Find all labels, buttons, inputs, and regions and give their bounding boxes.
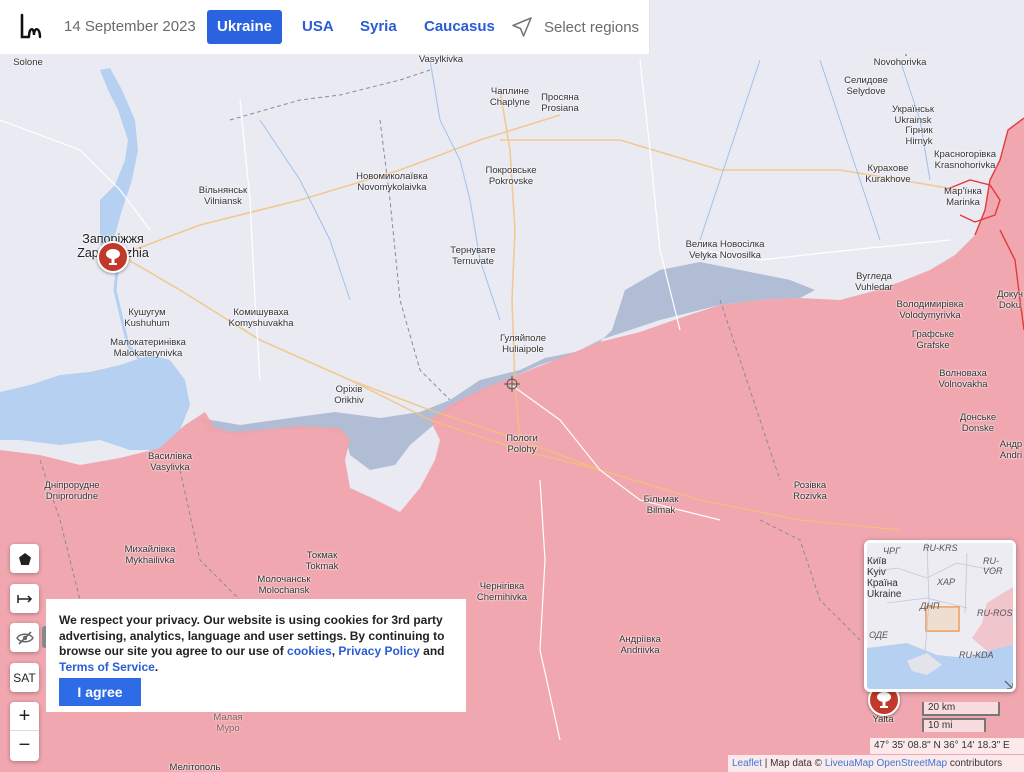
place-label: Володимирівка Volodymyrivka — [896, 299, 964, 321]
tab-syria[interactable]: Syria — [350, 10, 407, 44]
leaflet-link[interactable]: Leaflet — [732, 758, 762, 769]
place-label: Кушугум Kushuhum — [124, 307, 170, 329]
navigation-arrow-icon — [512, 17, 532, 37]
minimap[interactable]: ЧРГ RU-KRS Київ Kyiv Країна Ukraine RU-V… — [864, 540, 1016, 692]
minimap-label: ОДЕ — [869, 630, 889, 640]
scale-mi: 10 mi — [922, 718, 986, 732]
minimap-label: RU-ROS — [977, 608, 1013, 618]
minimap-label: ДНП — [920, 601, 940, 611]
place-label: Комишуваха Komyshuvakha — [228, 307, 294, 329]
place-label: Михайлівка Mykhailivka — [124, 544, 176, 566]
draw-polygon-button[interactable] — [10, 544, 39, 573]
cookie-text: We respect your privacy. Our website is … — [59, 613, 445, 674]
place-label: Гуляйполе Huliaipole — [499, 333, 547, 355]
cookies-link[interactable]: cookies — [287, 644, 332, 658]
hide-layer-button[interactable] — [10, 623, 39, 652]
cookie-banner: We respect your privacy. Our website is … — [46, 599, 466, 712]
terms-of-service-link[interactable]: Terms of Service — [59, 660, 155, 674]
place-label: Токмак Tokmak — [305, 550, 339, 572]
place-label: Розівка Rozivka — [793, 480, 827, 502]
minimap-label: RU-VOR — [983, 556, 1003, 576]
map-attribution: Leaflet | Map data © LiveuaMap OpenStree… — [728, 755, 1024, 772]
privacy-policy-link[interactable]: Privacy Policy — [338, 644, 419, 658]
place-label: Покровське Pokrovske — [485, 165, 537, 187]
header-bar: 14 September 2023 Ukraine USA Syria Cauc… — [0, 0, 650, 54]
place-label: Докуч Doku — [997, 289, 1023, 311]
place-label: Василівка Vasylivka — [147, 451, 193, 473]
place-label: Просяна Prosiana — [541, 92, 579, 114]
minimap-label: RU-KRS — [923, 543, 958, 553]
tab-ukraine[interactable]: Ukraine — [207, 10, 283, 44]
mushroom-cloud-icon — [877, 692, 891, 708]
zoom-in-button[interactable]: + — [10, 702, 39, 731]
place-label: Волновахa Volnovakha — [938, 368, 988, 390]
coordinates-readout: 47° 35' 08.8" N 36° 14' 18.3" E — [870, 738, 1024, 754]
satellite-toggle[interactable]: SAT — [10, 663, 39, 692]
attribution-tail: contributors — [947, 758, 1003, 769]
scale-km: 20 km — [922, 702, 1000, 716]
explosion-marker-icon[interactable] — [97, 241, 129, 273]
ruler-icon — [16, 594, 32, 603]
minimap-label: ХАР — [937, 577, 956, 587]
agree-button[interactable]: I agree — [59, 678, 141, 706]
place-label: Малокатеринівка Malokaterynivka — [110, 337, 186, 359]
place-label: Красногорівка Krasnohorivka — [933, 149, 997, 171]
place-label: Новомиколаївка Novomykolaivka — [356, 171, 428, 193]
osm-link[interactable]: OpenStreetMap — [877, 758, 948, 769]
place-label: Оріхів Orikhiv — [334, 384, 364, 406]
minimap-label: Київ Kyiv Країна Ukraine — [867, 556, 902, 600]
select-regions-label: Select regions — [544, 18, 640, 36]
place-label: Чаплине Chaplyne — [489, 86, 531, 108]
place-label: Андріївка Andriivka — [619, 634, 661, 656]
select-regions-button[interactable]: Select regions — [510, 12, 639, 42]
place-label: Тернувате Ternuvate — [450, 245, 496, 267]
place-label: Андр Andri — [999, 439, 1023, 461]
eye-off-icon — [15, 630, 34, 645]
place-label: Малая Муро — [213, 712, 243, 734]
scale-bar: 20 km 10 mi — [922, 702, 1000, 732]
place-label: Новохорівка Novohorivka — [873, 54, 927, 68]
place-label: Молочанськ Molochansk — [257, 574, 311, 596]
place-label: Solone — [13, 57, 43, 68]
zoom-out-button[interactable]: − — [10, 731, 39, 760]
place-label: Дніпрорудне Dniprorudne — [44, 480, 100, 502]
place-label: Вугледа Vuhledar — [855, 271, 893, 293]
place-label: Гірник Hirnyk — [905, 125, 933, 147]
zoom-control: + − — [10, 702, 39, 761]
place-label: Велика Новосілка Velyka Novosilka — [685, 239, 765, 261]
date-label: 14 September 2023 — [64, 18, 196, 35]
place-label: Більмак Bilmak — [643, 494, 679, 516]
place-label: Мелітополь — [169, 762, 221, 772]
pentagon-icon — [18, 552, 31, 565]
minimap-label: RU-KDA — [959, 650, 994, 660]
place-label: Чернігівка Chernihivka — [476, 581, 528, 603]
liveuamap-link[interactable]: LiveuaMap — [825, 758, 874, 769]
place-label: Українськ Ukrainsk — [891, 104, 935, 126]
place-label: Пологи Polohy — [506, 433, 538, 455]
place-label: Донське Donske — [959, 412, 997, 434]
place-label: Вільнянськ Vilniansk — [198, 185, 248, 207]
place-label: Селидове Selydove — [844, 75, 888, 97]
minimap-label: ЧРГ — [883, 546, 900, 556]
place-label: Мар'їнка Marinka — [944, 186, 982, 208]
mushroom-cloud-icon — [106, 249, 120, 265]
place-label: Курахове Kurakhove — [865, 163, 911, 185]
liveuamap-logo-icon[interactable] — [18, 13, 46, 41]
place-label: Vasylkivka — [418, 54, 464, 65]
attribution-text: | Map data © — [762, 758, 825, 769]
tab-usa[interactable]: USA — [292, 10, 344, 44]
tab-caucasus[interactable]: Caucasus — [414, 10, 505, 44]
measure-button[interactable] — [10, 584, 39, 613]
place-label: Графське Grafske — [911, 329, 955, 351]
